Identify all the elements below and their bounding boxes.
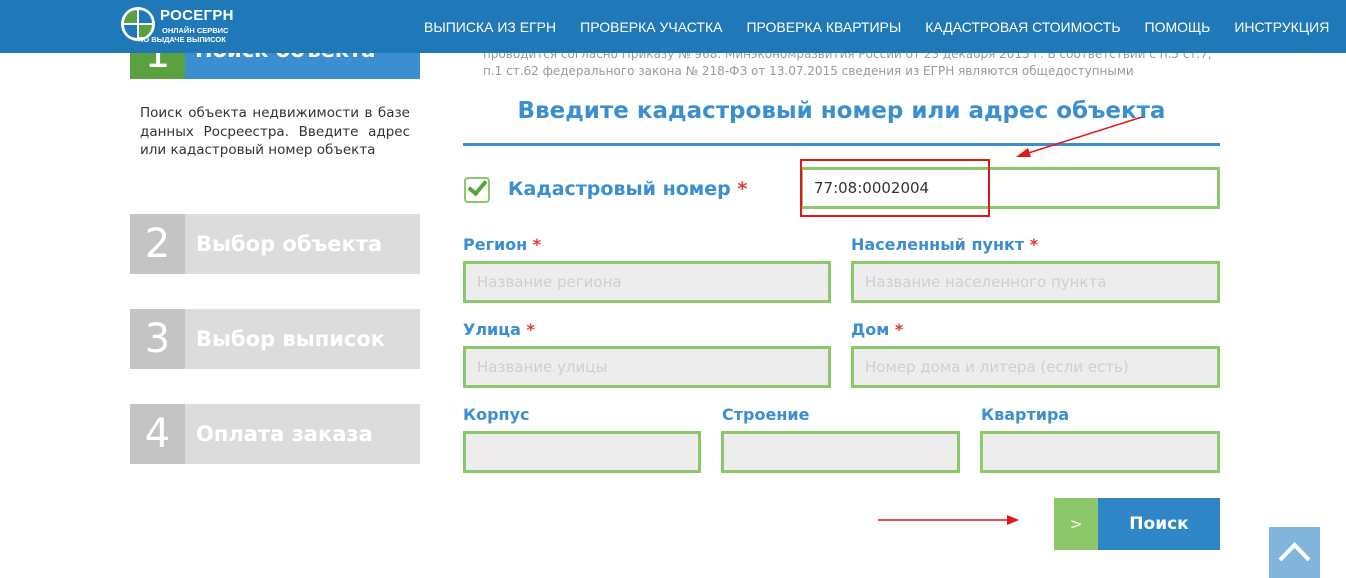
cadastral-number-label: Кадастровый номер * (508, 178, 747, 200)
nav-item-help[interactable]: ПОМОЩЬ (1145, 19, 1211, 35)
annotation-highlight-box (800, 159, 990, 217)
house-label-text: Дом (851, 320, 890, 339)
required-mark: * (1029, 235, 1039, 254)
korpus-label: Корпус (463, 405, 530, 424)
nav-item-apartment-check[interactable]: ПРОВЕРКА КВАРТИРЫ (746, 19, 901, 35)
cadastral-checkbox[interactable] (464, 175, 490, 203)
stroenie-label: Строение (722, 405, 810, 424)
city-input[interactable] (851, 261, 1220, 303)
step-2-tab: 2 Выбор объекта (130, 214, 420, 274)
nav-item-land-check[interactable]: ПРОВЕРКА УЧАСТКА (580, 19, 722, 35)
annotation-arrow-to-search (878, 515, 1019, 525)
stroenie-input[interactable] (721, 431, 960, 473)
search-arrow-icon: > (1054, 498, 1098, 550)
form-title: Введите кадастровый номер или адрес объе… (517, 98, 1166, 124)
region-label: Регион * (463, 235, 541, 254)
city-label: Населенный пункт * (851, 235, 1038, 254)
checkmark-icon (467, 175, 488, 197)
city-label-text: Населенный пункт (851, 235, 1025, 254)
step-4-tab: 4 Оплата заказа (130, 404, 420, 464)
search-button-label: Поиск (1098, 498, 1220, 550)
required-mark: * (737, 178, 748, 200)
required-mark: * (894, 320, 904, 339)
region-input[interactable] (463, 261, 831, 303)
step-4-number: 4 (130, 404, 185, 464)
cadastral-number-label-text: Кадастровый номер (508, 178, 731, 200)
nav-item-egrn-extract[interactable]: ВЫПИСКА ИЗ ЕГРН (424, 19, 556, 35)
step-2-number: 2 (130, 214, 185, 274)
main-nav: ВЫПИСКА ИЗ ЕГРН ПРОВЕРКА УЧАСТКА ПРОВЕРК… (412, 0, 1341, 53)
step-2-label: Выбор объекта (196, 232, 383, 256)
house-input[interactable] (851, 346, 1220, 388)
street-input[interactable] (463, 346, 831, 388)
required-mark: * (526, 320, 535, 339)
step-3-tab: 3 Выбор выписок (130, 309, 420, 369)
logo-subtitle-line2: ПО ВЫДАЧЕ ВЫПИСОК (138, 35, 226, 44)
chevron-up-icon (1278, 542, 1311, 562)
street-label-text: Улица (463, 320, 521, 339)
step-1-description: Поиск объекта недвижимости в базе данных… (140, 105, 410, 158)
top-header: РОСЕГРН ОНЛАЙН СЕРВИС ПО ВЫДАЧЕ ВЫПИСОК … (0, 0, 1346, 53)
site-logo[interactable]: РОСЕГРН ОНЛАЙН СЕРВИС ПО ВЫДАЧЕ ВЫПИСОК (121, 5, 261, 47)
logo-title: РОСЕГРН (160, 7, 234, 24)
search-button[interactable]: > Поиск (1054, 498, 1220, 550)
kvartira-label: Квартира (981, 405, 1070, 424)
step-4-label: Оплата заказа (196, 422, 373, 446)
house-label: Дом * (851, 320, 903, 339)
scroll-top-button[interactable] (1269, 527, 1320, 578)
required-mark: * (532, 235, 542, 254)
korpus-input[interactable] (463, 431, 701, 473)
logo-subtitle-line1: ОНЛАЙН СЕРВИС (162, 26, 229, 35)
kvartira-input[interactable] (980, 431, 1220, 473)
title-divider (463, 143, 1220, 146)
nav-item-cadastral-value[interactable]: КАДАСТРОВАЯ СТОИМОСТЬ (925, 19, 1120, 35)
street-label: Улица * (463, 320, 535, 339)
step-3-label: Выбор выписок (196, 327, 386, 351)
step-3-number: 3 (130, 309, 185, 369)
nav-item-instructions[interactable]: ИНСТРУКЦИЯ (1234, 19, 1329, 35)
region-label-text: Регион (463, 235, 528, 254)
